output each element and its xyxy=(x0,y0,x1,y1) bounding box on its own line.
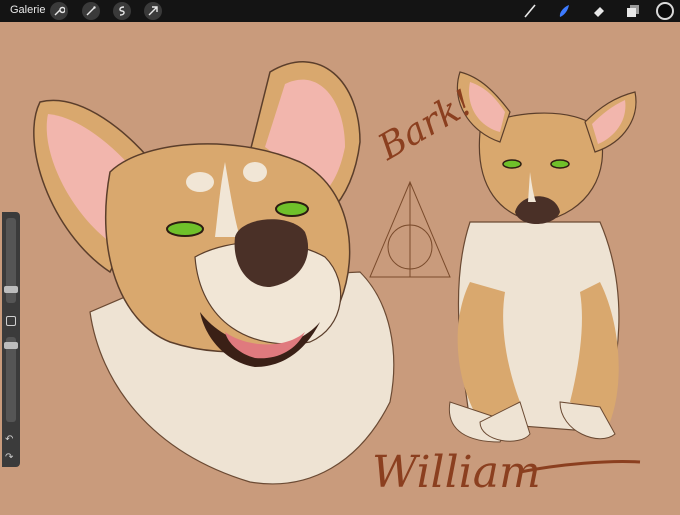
brush-sidebar: ↶ ↷ xyxy=(2,212,20,467)
bark-text: Bark! xyxy=(371,82,480,169)
opacity-slider[interactable] xyxy=(4,337,18,422)
color-picker-button[interactable] xyxy=(656,2,674,20)
eyedropper-button[interactable] xyxy=(6,316,16,326)
opacity-thumb[interactable] xyxy=(4,342,18,349)
wrench-icon[interactable] xyxy=(50,2,68,20)
layers-icon[interactable] xyxy=(625,3,641,19)
triangle-sketch xyxy=(369,180,451,278)
smudge-icon[interactable] xyxy=(556,3,572,19)
brush-size-thumb[interactable] xyxy=(4,286,18,293)
sitting-dog-figure xyxy=(448,71,637,443)
magic-wand-icon[interactable] xyxy=(82,2,100,20)
artwork-illustration: Bark! William xyxy=(33,61,641,498)
selection-icon[interactable] xyxy=(113,2,131,20)
top-toolbar: Galerie xyxy=(0,0,680,22)
gallery-button[interactable]: Galerie xyxy=(10,4,45,16)
drawing-canvas[interactable]: Bark! William xyxy=(0,22,680,510)
brush-icon[interactable] xyxy=(522,3,538,19)
dog-head-portrait xyxy=(33,61,395,485)
brush-size-slider[interactable] xyxy=(4,218,18,303)
undo-icon[interactable]: ↶ xyxy=(5,434,13,445)
transform-arrow-icon[interactable] xyxy=(144,2,162,20)
eraser-icon[interactable] xyxy=(591,3,607,19)
william-text: William xyxy=(372,447,541,498)
redo-icon[interactable]: ↷ xyxy=(5,452,13,463)
